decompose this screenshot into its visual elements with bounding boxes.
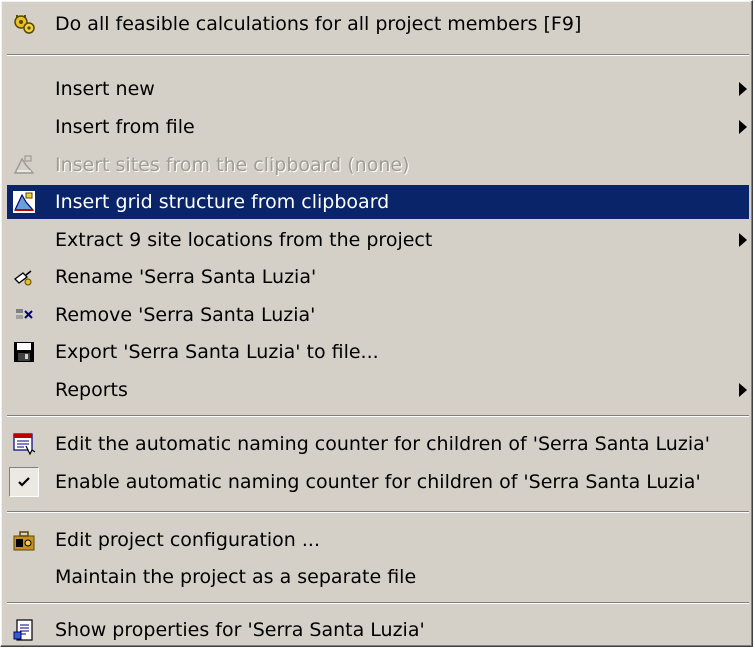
- menu-item-calculate-all[interactable]: Do all feasible calculations for all pro…: [7, 7, 749, 41]
- menu-item-label: Insert new: [55, 78, 155, 100]
- menu-item-maintain-separate-file[interactable]: Maintain the project as a separate file: [7, 560, 749, 594]
- insert-sites-clipboard-icon: [11, 152, 37, 178]
- context-menu: Do all feasible calculations for all pro…: [0, 0, 753, 647]
- submenu-arrow-icon: [739, 120, 747, 134]
- menu-item-label: Rename 'Serra Santa Luzia': [55, 266, 317, 288]
- menu-item-edit-naming-counter[interactable]: Edit the automatic naming counter for ch…: [7, 427, 749, 461]
- menu-item-label: Enable automatic naming counter for chil…: [55, 471, 701, 493]
- menu-item-insert-grid-clipboard[interactable]: Insert grid structure from clipboard: [7, 185, 749, 219]
- menu-item-label: Extract 9 site locations from the projec…: [55, 229, 433, 251]
- menu-item-insert-new[interactable]: Insert new: [7, 72, 749, 106]
- remove-icon: [11, 302, 37, 328]
- menu-item-edit-project-config[interactable]: Edit project configuration ...: [7, 523, 749, 557]
- menu-item-label: Remove 'Serra Santa Luzia': [55, 304, 316, 326]
- menu-item-label: Show properties for 'Serra Santa Luzia': [55, 619, 425, 641]
- menu-item-remove[interactable]: Remove 'Serra Santa Luzia': [7, 298, 749, 332]
- menu-item-export[interactable]: Export 'Serra Santa Luzia' to file...: [7, 335, 749, 369]
- separator: [7, 54, 749, 56]
- menu-item-show-properties[interactable]: Show properties for 'Serra Santa Luzia': [7, 613, 749, 647]
- export-save-icon: [11, 339, 37, 365]
- menu-item-reports[interactable]: Reports: [7, 373, 749, 407]
- submenu-arrow-icon: [739, 82, 747, 96]
- separator: [7, 415, 749, 417]
- menu-item-insert-from-file[interactable]: Insert from file: [7, 110, 749, 144]
- menu-item-label: Export 'Serra Santa Luzia' to file...: [55, 341, 379, 363]
- gear-calculate-icon: [11, 11, 37, 37]
- properties-icon: [11, 617, 37, 643]
- menu-item-label: Reports: [55, 379, 128, 401]
- menu-item-insert-sites-clipboard: Insert sites from the clipboard (none): [7, 148, 749, 182]
- menu-item-rename[interactable]: Rename 'Serra Santa Luzia': [7, 260, 749, 294]
- separator: [7, 511, 749, 513]
- menu-item-label: Insert grid structure from clipboard: [55, 191, 390, 213]
- submenu-arrow-icon: [739, 383, 747, 397]
- menu-item-label: Insert from file: [55, 116, 195, 138]
- rename-icon: [11, 264, 37, 290]
- check-icon: [9, 467, 39, 497]
- submenu-arrow-icon: [739, 233, 747, 247]
- menu-item-label: Edit the automatic naming counter for ch…: [55, 433, 710, 455]
- menu-item-label: Maintain the project as a separate file: [55, 566, 417, 588]
- naming-counter-icon: [11, 431, 37, 457]
- menu-item-enable-naming-counter[interactable]: Enable automatic naming counter for chil…: [7, 465, 749, 499]
- menu-item-extract-sites[interactable]: Extract 9 site locations from the projec…: [7, 223, 749, 257]
- project-config-icon: [11, 527, 37, 553]
- separator: [7, 602, 749, 604]
- menu-item-label: Do all feasible calculations for all pro…: [55, 13, 582, 35]
- menu-item-label: Edit project configuration ...: [55, 529, 321, 551]
- menu-item-label: Insert sites from the clipboard (none): [55, 154, 410, 176]
- insert-grid-clipboard-icon: [11, 189, 37, 215]
